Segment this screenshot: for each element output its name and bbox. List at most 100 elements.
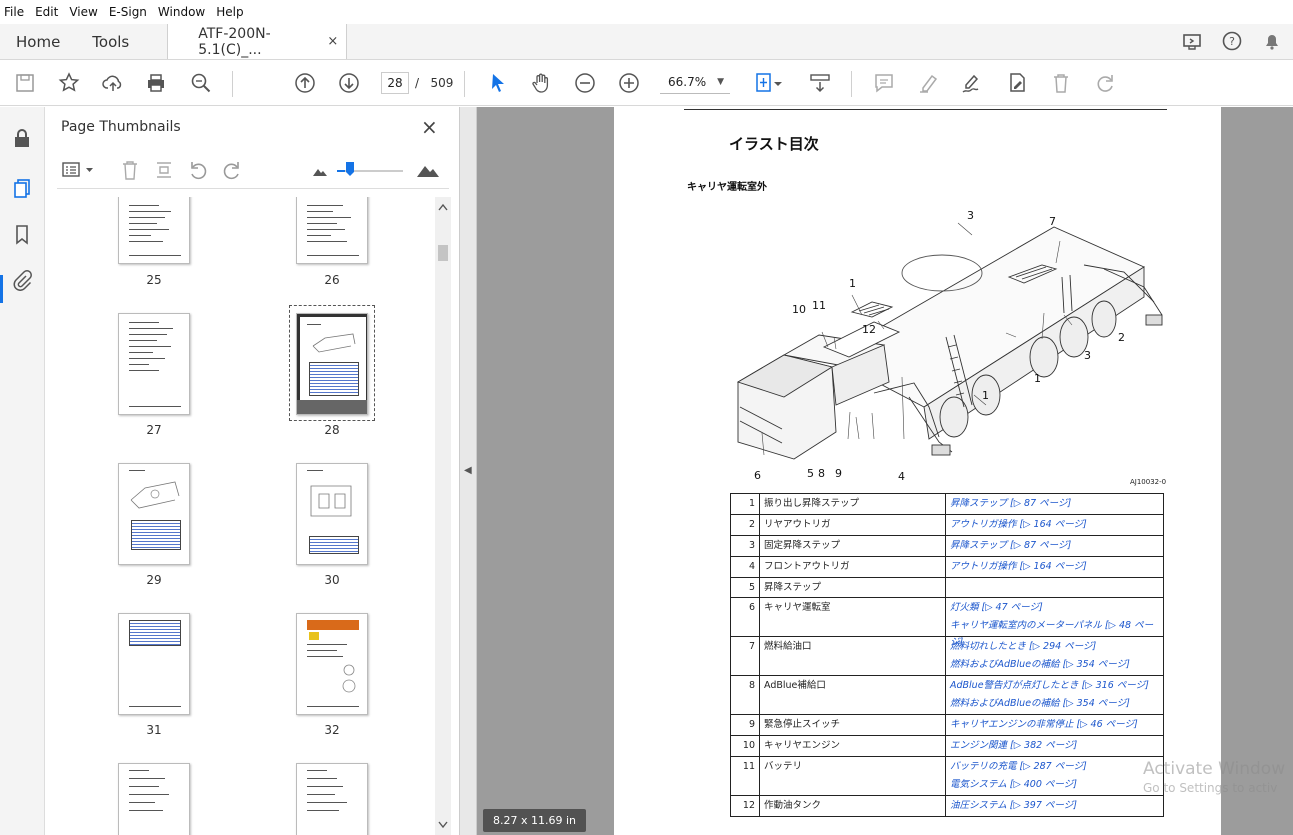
cross-reference-link[interactable]: 燃料およびAdBlueの補給 [▷ 354 ページ] — [950, 695, 1159, 713]
row-links: AdBlue警告灯が点灯したとき [▷ 316 ページ] 燃料およびAdBlueの… — [945, 675, 1164, 715]
svg-text:?: ? — [1229, 35, 1235, 48]
cross-reference-link[interactable]: AdBlue警告灯が点灯したとき [▷ 316 ページ] — [950, 677, 1159, 695]
sign-pen-icon[interactable] — [960, 71, 984, 95]
page-size-indicator: 8.27 x 11.69 in — [483, 809, 587, 832]
scroll-up-icon[interactable] — [438, 203, 448, 211]
menu-esign[interactable]: E-Sign — [109, 5, 147, 19]
attachment-icon[interactable] — [11, 269, 33, 291]
help-icon[interactable]: ? — [1221, 30, 1243, 52]
highlight-pen-icon[interactable] — [917, 71, 941, 95]
tab-home[interactable]: Home — [0, 24, 76, 59]
page-thumbnail[interactable] — [296, 763, 368, 835]
bookmark-star-icon[interactable] — [57, 71, 81, 95]
table-row: 3 固定昇降ステップ 昇降ステップ [▷ 87 ページ] — [730, 535, 1164, 557]
row-links: 灯火類 [▷ 47 ページ] キャリヤ運転室内のメーターパネル [▷ 48 ページ… — [945, 597, 1164, 648]
tab-document[interactable]: ATF-200N-5.1(C)_... × — [167, 24, 348, 59]
cross-reference-link[interactable]: 燃料切れしたとき [▷ 294 ページ] — [950, 638, 1159, 656]
menu-view[interactable]: View — [69, 5, 97, 19]
page-thumbnail[interactable] — [296, 613, 368, 715]
scroll-down-icon[interactable] — [438, 821, 448, 829]
page-thumbnail[interactable] — [296, 463, 368, 565]
rotate-right-icon[interactable] — [221, 159, 243, 181]
hand-tool-icon[interactable] — [529, 71, 553, 95]
small-thumbnail-mountain-icon[interactable] — [311, 159, 329, 181]
row-part-name: バッテリ — [759, 756, 946, 796]
page-thumbnail[interactable] — [296, 197, 368, 264]
bookmark-icon[interactable] — [11, 223, 33, 245]
comment-icon[interactable] — [872, 71, 896, 95]
scrollbar-thumb[interactable] — [438, 245, 448, 261]
previous-page-icon[interactable] — [293, 71, 317, 95]
cross-reference-link[interactable]: 電気システム [▷ 400 ページ] — [950, 776, 1159, 794]
page-thumbnail[interactable] — [118, 313, 190, 415]
callout-label: 8 — [818, 467, 825, 480]
delete-trash-icon[interactable] — [1049, 71, 1073, 95]
tab-document-label: ATF-200N-5.1(C)_... — [198, 25, 271, 58]
save-icon[interactable] — [13, 71, 37, 95]
menu-window[interactable]: Window — [158, 5, 205, 19]
panel-title: Page Thumbnails — [61, 119, 181, 135]
page-thumbnail[interactable] — [118, 197, 190, 264]
notification-bell-icon[interactable] — [1261, 30, 1283, 52]
panel-collapse-handle[interactable]: ◀ — [460, 107, 477, 835]
cross-reference-link[interactable]: 昇降ステップ [▷ 87 ページ] — [950, 537, 1159, 555]
zoom-out-icon[interactable] — [573, 71, 597, 95]
page-thumbnail[interactable] — [118, 463, 190, 565]
menu-file[interactable]: File — [4, 5, 24, 19]
rotate-left-icon[interactable] — [187, 159, 209, 181]
cross-reference-link[interactable]: アウトリガ操作 [▷ 164 ページ] — [950, 558, 1159, 576]
row-number: 7 — [730, 636, 760, 676]
delete-page-icon[interactable] — [119, 159, 141, 181]
fit-dropdown-icon[interactable] — [772, 71, 784, 95]
callout-label: 2 — [1118, 331, 1125, 344]
thumbnail-illustration — [130, 481, 180, 509]
cross-reference-link[interactable]: バッテリの充電 [▷ 287 ページ] — [950, 758, 1159, 776]
thumbnail-size-slider-handle[interactable] — [345, 161, 355, 177]
large-thumbnail-mountain-icon[interactable] — [415, 157, 441, 181]
redo-icon[interactable] — [1093, 71, 1117, 95]
print-icon[interactable] — [144, 71, 168, 95]
row-links: 昇降ステップ [▷ 87 ページ] — [945, 493, 1164, 515]
extract-page-icon[interactable] — [153, 159, 175, 181]
main-toolbar — [0, 60, 1293, 106]
table-row: 4 フロントアウトリガ アウトリガ操作 [▷ 164 ページ] — [730, 556, 1164, 578]
thumbnail-illustration — [310, 485, 352, 517]
share-screen-icon[interactable] — [1181, 30, 1203, 52]
callout-label: 3 — [967, 209, 974, 222]
page-thumbnail-current[interactable] — [296, 313, 368, 415]
page-thumbnail[interactable] — [118, 613, 190, 715]
page-thumbnails-icon[interactable] — [11, 177, 33, 199]
menu-help[interactable]: Help — [216, 5, 243, 19]
next-page-icon[interactable] — [337, 71, 361, 95]
cross-reference-link[interactable]: エンジン関連 [▷ 382 ページ] — [950, 737, 1159, 755]
row-part-name: AdBlue補給口 — [759, 675, 946, 715]
thumbnail-scrollbar[interactable] — [435, 197, 451, 835]
select-arrow-icon[interactable] — [486, 71, 510, 95]
thumbnail-options-icon[interactable] — [61, 159, 95, 181]
thumbnail-label: 29 — [146, 573, 162, 587]
zoom-level-select[interactable]: 66.7% ▼ — [660, 72, 730, 94]
cross-reference-link[interactable]: キャリヤエンジンの非常停止 [▷ 46 ページ] — [950, 716, 1159, 734]
cross-reference-link[interactable]: 油圧システム [▷ 397 ページ] — [950, 797, 1159, 815]
panel-close-icon[interactable]: × — [421, 115, 438, 139]
tab-close-icon[interactable]: × — [327, 34, 338, 49]
cross-reference-link[interactable]: アウトリガ操作 [▷ 164 ページ] — [950, 516, 1159, 534]
upload-cloud-icon[interactable] — [101, 71, 125, 95]
row-part-name: 振り出し昇降ステップ — [759, 493, 946, 515]
cross-reference-link[interactable]: 灯火類 [▷ 47 ページ] — [950, 599, 1159, 617]
cross-reference-link[interactable]: キャリヤ運転室内のメーターパネル [▷ 48 ページ] — [950, 617, 1159, 648]
row-links: キャリヤエンジンの非常停止 [▷ 46 ページ] — [945, 714, 1164, 736]
section-subtitle: キャリヤ運転室外 — [687, 182, 767, 193]
edit-document-icon[interactable] — [1005, 71, 1029, 95]
thumbnail-label: 32 — [324, 723, 340, 737]
tab-tools[interactable]: Tools — [76, 24, 145, 59]
page-thumbnail[interactable] — [118, 763, 190, 835]
page-number-input[interactable]: 28 — [381, 72, 409, 94]
scroll-mode-icon[interactable] — [808, 71, 832, 95]
search-zoom-icon[interactable] — [189, 71, 213, 95]
cross-reference-link[interactable]: 昇降ステップ [▷ 87 ページ] — [950, 495, 1159, 513]
lock-icon[interactable] — [11, 127, 33, 149]
zoom-in-icon[interactable] — [617, 71, 641, 95]
cross-reference-link[interactable]: 燃料およびAdBlueの補給 [▷ 354 ページ] — [950, 656, 1159, 674]
menu-edit[interactable]: Edit — [35, 5, 58, 19]
